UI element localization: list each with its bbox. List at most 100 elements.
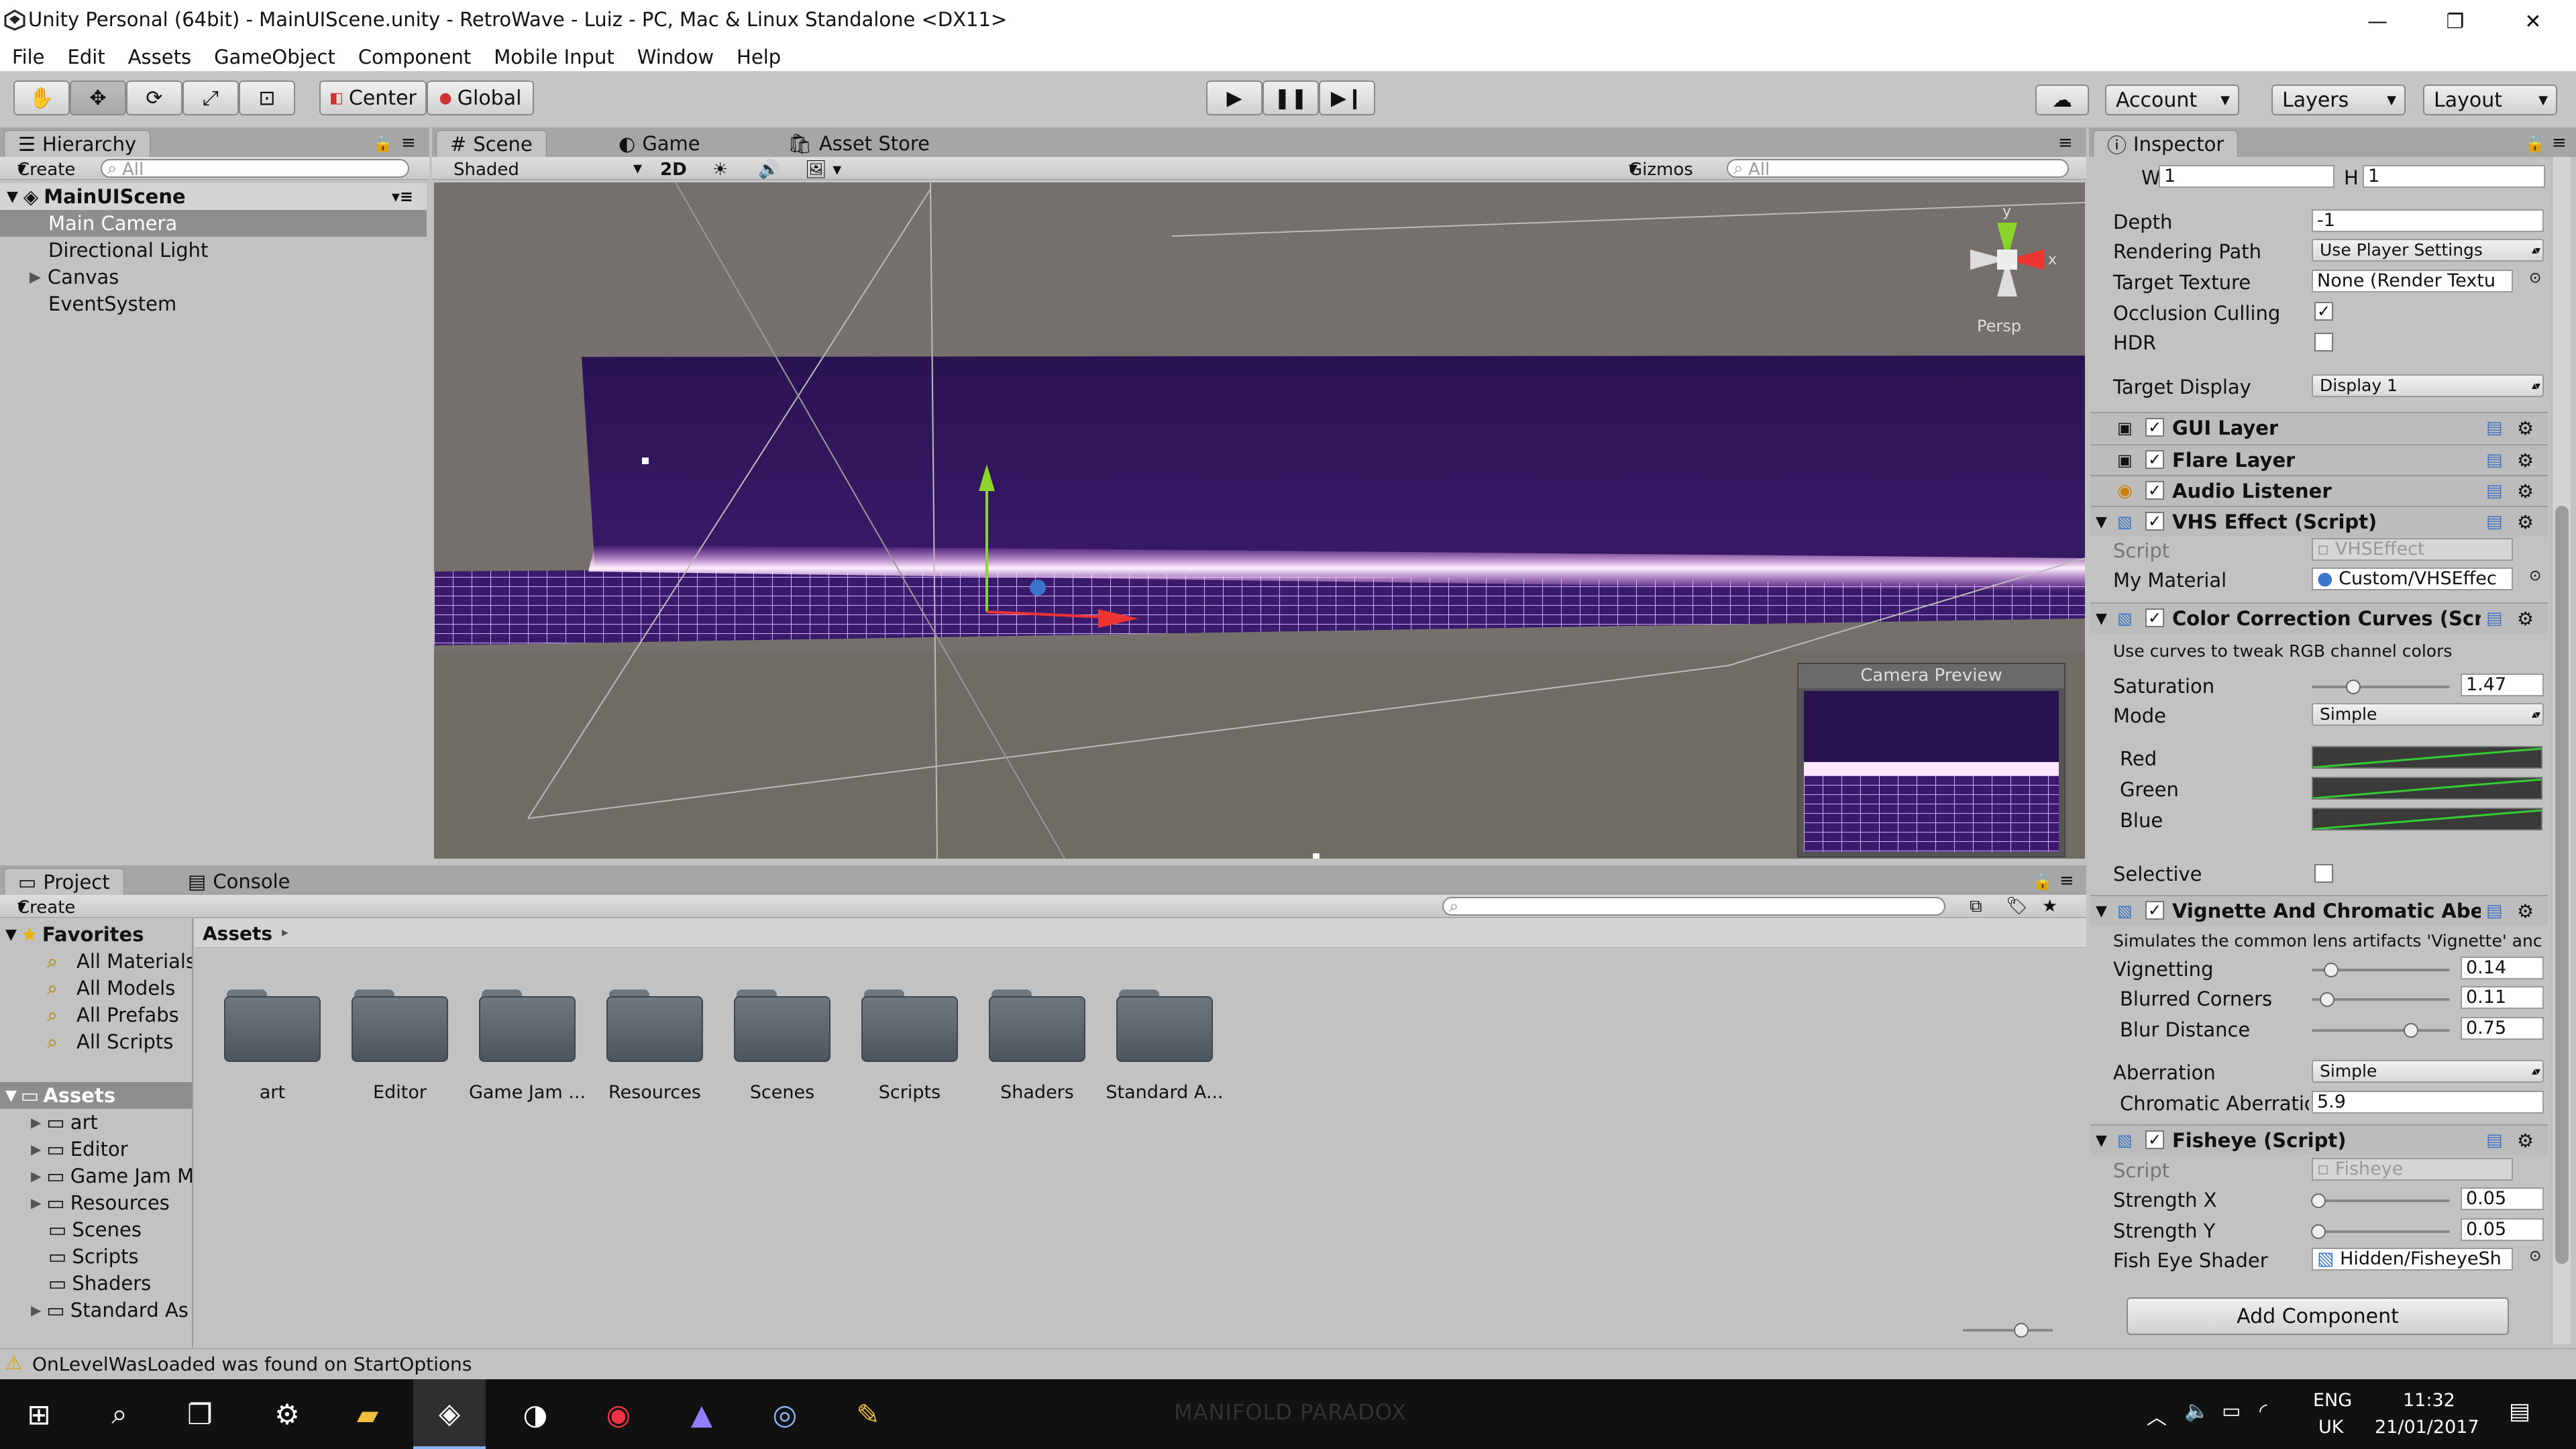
layers-dropdown[interactable]: Layers ▼	[2271, 85, 2406, 115]
help-book-icon[interactable]: ▤	[2486, 450, 2503, 470]
assets-root[interactable]: ▼ ▭ Assets	[0, 1082, 192, 1109]
chevron-up-icon[interactable]: ︿	[2147, 1401, 2167, 1430]
filter-type-icon[interactable]: ⧉	[1970, 896, 1982, 917]
pause-button[interactable]: ❚❚	[1263, 80, 1319, 115]
object-picker-icon[interactable]: ⊙	[2529, 568, 2541, 584]
tree-folder-art[interactable]: ▶ ▭ art	[0, 1109, 192, 1136]
object-picker-icon[interactable]: ⊙	[2529, 270, 2541, 286]
gear-icon[interactable]: ⚙	[2517, 417, 2534, 439]
scrollbar-thumb[interactable]	[2555, 506, 2569, 1264]
status-message[interactable]: OnLevelWasLoaded was found on StartOptio…	[32, 1353, 472, 1375]
help-book-icon[interactable]: ▤	[2486, 418, 2503, 438]
strength-y-field[interactable]: 0.05	[2461, 1218, 2544, 1241]
hierarchy-create-button[interactable]: Create ▾	[17, 158, 75, 180]
gizmos-dropdown[interactable]: Gizmos ▾	[1629, 158, 1693, 180]
flare-layer-enabled-checkbox[interactable]: ✓	[2145, 450, 2164, 469]
folder-icon[interactable]	[989, 988, 1085, 1062]
collapse-arrow-icon[interactable]: ▼	[2096, 610, 2107, 627]
options-icon[interactable]: ▾≡	[392, 187, 413, 206]
icon-size-slider-knob[interactable]	[2014, 1323, 2029, 1338]
chrome-icon[interactable]: ◉	[598, 1394, 639, 1434]
favorites-header[interactable]: ▼ ★ Favorites	[0, 921, 192, 948]
folder-icon[interactable]	[479, 988, 576, 1062]
maximize-button[interactable]: ❐	[2439, 5, 2471, 38]
target-texture-field[interactable]: None (Render Textu	[2312, 270, 2513, 292]
panel-menu-icon[interactable]: ≡	[2058, 133, 2073, 153]
unity-taskbar-icon[interactable]: ◈	[413, 1379, 486, 1449]
saturation-field[interactable]: 1.47	[2461, 674, 2544, 696]
red-curve-field[interactable]	[2312, 746, 2542, 769]
folder-icon[interactable]	[734, 988, 830, 1062]
breadcrumb-assets[interactable]: Assets	[203, 922, 272, 945]
windows-start-icon[interactable]: ⊞	[19, 1394, 59, 1434]
tree-folder-editor[interactable]: ▶ ▭ Editor	[0, 1136, 192, 1163]
favorite-item[interactable]: ⌕ All Models	[0, 975, 192, 1002]
help-book-icon[interactable]: ▤	[2486, 1130, 2503, 1150]
volume-icon[interactable]: 🔈	[2184, 1399, 2209, 1423]
gear-icon[interactable]: ⚙	[2517, 511, 2534, 533]
blurred-corners-slider-knob[interactable]	[2319, 992, 2334, 1007]
menu-window[interactable]: Window	[637, 46, 714, 68]
orientation-gizmo[interactable]: y x Persp	[1943, 196, 2071, 337]
favorite-item[interactable]: ⌕ All Materials	[0, 948, 192, 975]
panel-menu-icon[interactable]: ≡	[401, 133, 416, 153]
vignetting-field[interactable]: 0.14	[2461, 957, 2544, 979]
tab-game[interactable]: ◐ Game	[605, 130, 714, 157]
menu-edit[interactable]: Edit	[68, 46, 105, 68]
aberration-dropdown[interactable]: Simple	[2312, 1060, 2544, 1083]
tab-scene[interactable]: # Scene	[436, 130, 547, 157]
add-component-button[interactable]: Add Component	[2127, 1297, 2509, 1335]
folder-icon[interactable]	[1116, 988, 1213, 1062]
audio-listener-header[interactable]: ◉ ✓ Audio Listener ▤ ⚙	[2090, 475, 2548, 506]
notifications-icon[interactable]: ▤	[2509, 1398, 2530, 1425]
selective-checkbox[interactable]	[2314, 864, 2333, 883]
search-icon[interactable]: ⌕	[99, 1394, 140, 1434]
gear-icon[interactable]: ⚙	[2517, 449, 2534, 472]
help-book-icon[interactable]: ▤	[2486, 608, 2503, 629]
tree-folder-game-jam[interactable]: ▶ ▭ Game Jam M	[0, 1163, 192, 1189]
wifi-icon[interactable]: ◜	[2259, 1399, 2267, 1423]
clock-time[interactable]: 11:32	[2403, 1390, 2455, 1411]
folder-icon[interactable]	[606, 988, 703, 1062]
tab-console[interactable]: ▤ Console	[174, 868, 304, 895]
language-primary[interactable]: ENG	[2313, 1390, 2352, 1411]
collapse-arrow-icon[interactable]: ▼	[2096, 1132, 2107, 1149]
favorite-star-icon[interactable]: ★	[2042, 896, 2057, 916]
cloud-button[interactable]: ☁	[2035, 85, 2089, 115]
gui-layer-enabled-checkbox[interactable]: ✓	[2145, 418, 2164, 437]
move-tool-button[interactable]: ✥	[70, 80, 126, 115]
menu-assets[interactable]: Assets	[128, 46, 191, 68]
play-button[interactable]: ▶	[1206, 80, 1263, 115]
task-view-icon[interactable]: ❐	[180, 1394, 220, 1434]
hierarchy-item-directional-light[interactable]: Directional Light	[0, 237, 427, 264]
tree-folder-scripts[interactable]: ▭ Scripts	[0, 1243, 192, 1270]
hierarchy-search-input[interactable]: ⌕ All	[101, 159, 409, 178]
pivot-global-button[interactable]: ● Global	[427, 80, 534, 115]
app-icon[interactable]: ◎	[765, 1394, 805, 1434]
gear-icon[interactable]: ⚙	[2517, 480, 2534, 502]
collapse-arrow-icon[interactable]: ▼	[2096, 903, 2107, 920]
object-picker-icon[interactable]: ⊙	[2529, 1248, 2541, 1265]
folder-icon[interactable]	[352, 988, 448, 1062]
blur-distance-field[interactable]: 0.75	[2461, 1017, 2544, 1040]
scene-root[interactable]: ▼ ◈ MainUIScene ▾≡	[0, 183, 427, 210]
steam-icon[interactable]: ⚙	[267, 1394, 307, 1434]
occlusion-culling-checkbox[interactable]: ✓	[2314, 302, 2333, 321]
rect-tool-button[interactable]: ⊡	[239, 80, 295, 115]
folder-icon[interactable]	[861, 988, 958, 1062]
tree-folder-scenes[interactable]: ▭ Scenes	[0, 1216, 192, 1243]
tab-inspector[interactable]: ⓘ Inspector	[2093, 130, 2239, 157]
rendering-path-dropdown[interactable]: Use Player Settings	[2312, 239, 2544, 262]
collapse-arrow-icon[interactable]: ▼	[2096, 514, 2107, 531]
blur-distance-slider[interactable]	[2312, 1029, 2450, 1032]
color-correction-header[interactable]: ▼ ▧ ✓ Color Correction Curves (Scri ▤ ⚙	[2090, 602, 2548, 633]
scale-tool-button[interactable]: ⤢	[182, 80, 239, 115]
green-curve-field[interactable]	[2312, 777, 2542, 800]
saturation-slider[interactable]	[2312, 686, 2450, 688]
panel-menu-icon[interactable]: ≡	[2059, 871, 2074, 891]
account-dropdown[interactable]: Account ▼	[2105, 85, 2239, 115]
tab-asset-store[interactable]: 🛍 Asset Store	[774, 130, 943, 157]
project-search-input[interactable]: ⌕	[1442, 897, 1945, 916]
viewport-w-field[interactable]: 1	[2159, 165, 2334, 188]
strength-x-field[interactable]: 0.05	[2461, 1187, 2544, 1210]
